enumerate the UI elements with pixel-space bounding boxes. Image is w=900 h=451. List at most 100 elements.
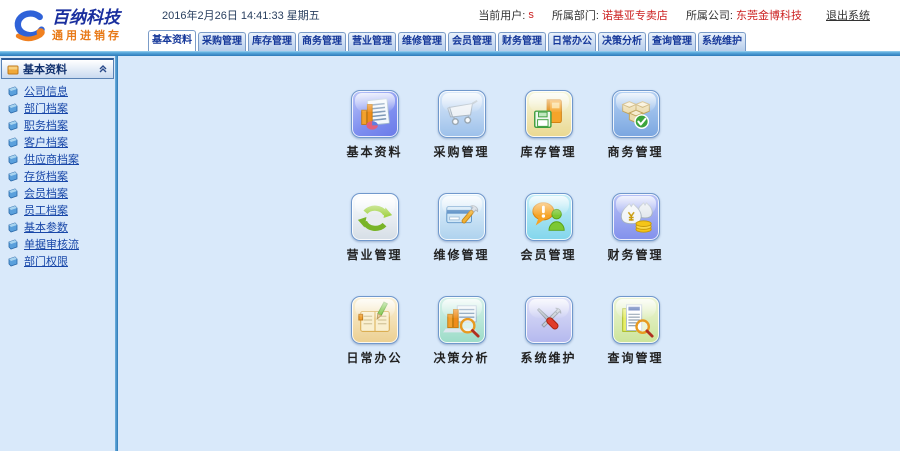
sidebar-item-member-files[interactable]: 会员档案	[0, 184, 115, 201]
sidebar-item-supplier-files[interactable]: 供应商档案	[0, 150, 115, 167]
brand-logo: 百纳科技 通用进销存	[0, 0, 148, 51]
brand-product-name: 通用进销存	[52, 29, 122, 42]
header: 百纳科技 通用进销存 2016年2月26日 14:41:33 星期五 当前用户:…	[0, 0, 900, 51]
sidebar-item-employee-files[interactable]: 员工档案	[0, 201, 115, 218]
sidebar-item-label[interactable]: 职务档案	[24, 117, 68, 133]
document-magnifier-icon	[621, 304, 654, 338]
header-top-bar: 2016年2月26日 14:41:33 星期五 当前用户: s 所属部门: 诺基…	[148, 0, 900, 30]
sidebar-item-doc-audit-flow[interactable]: 单据审核流	[0, 235, 115, 252]
member-button[interactable]	[524, 193, 573, 241]
chart-icon	[360, 98, 390, 130]
sidebar-item-department-permissions[interactable]: 部门权限	[0, 252, 115, 269]
sidebar-item-label[interactable]: 部门档案	[24, 100, 68, 116]
item-bullet-icon	[8, 137, 18, 147]
datetime-text: 2016年2月26日 14:41:33 星期五	[162, 10, 320, 22]
tab-inventory[interactable]: 库存管理	[248, 32, 296, 51]
tab-sales[interactable]: 营业管理	[348, 32, 396, 51]
module-finance[interactable]: 财务管理	[592, 193, 679, 296]
bubble-person-icon	[531, 202, 565, 231]
body-row: 基本资料 公司信息 部门档案 职务档案 客户档案 供应商档案 存货档案 会员档案…	[0, 56, 900, 451]
module-label: 采购管理	[433, 145, 490, 159]
tab-bar: 基本资料 采购管理 库存管理 商务管理 营业管理 维修管理 会员管理 财务管理 …	[148, 30, 900, 51]
tab-system[interactable]: 系统维护	[698, 32, 746, 51]
item-bullet-icon	[8, 154, 18, 164]
collapse-icon[interactable]	[98, 64, 108, 74]
item-bullet-icon	[8, 103, 18, 113]
item-bullet-icon	[8, 256, 18, 266]
sidebar-item-label[interactable]: 员工档案	[24, 202, 68, 218]
office-button[interactable]	[350, 296, 399, 344]
sidebar-item-label[interactable]: 存货档案	[24, 168, 68, 184]
module-repair[interactable]: 维修管理	[418, 193, 505, 296]
item-bullet-icon	[8, 239, 18, 249]
module-analysis[interactable]: 决策分析	[418, 296, 505, 399]
logo-swoosh-icon	[14, 9, 45, 41]
module-maintenance[interactable]: 系统维护	[505, 296, 592, 399]
tab-office[interactable]: 日常办公	[548, 32, 596, 51]
moneybag-coins-icon	[620, 201, 653, 233]
tab-analysis[interactable]: 决策分析	[598, 32, 646, 51]
query-button[interactable]	[611, 296, 660, 344]
sidebar-item-label[interactable]: 会员档案	[24, 185, 68, 201]
module-query[interactable]: 查询管理	[592, 296, 679, 399]
module-label: 商务管理	[607, 145, 664, 159]
module-business[interactable]: 商务管理	[592, 90, 679, 193]
tab-business[interactable]: 商务管理	[298, 32, 346, 51]
chart-magnifier-icon	[442, 305, 480, 338]
basic-data-button[interactable]	[350, 90, 399, 138]
sidebar-item-inventory-files[interactable]: 存货档案	[0, 167, 115, 184]
sidebar-item-label[interactable]: 部门权限	[24, 253, 68, 269]
purchase-button[interactable]	[437, 90, 486, 138]
sidebar-item-label[interactable]: 基本参数	[24, 219, 68, 235]
tools-icon	[536, 307, 561, 330]
module-label: 查询管理	[607, 351, 664, 365]
sidebar-item-label[interactable]: 公司信息	[24, 83, 68, 99]
module-basic-data[interactable]: 基本资料	[331, 90, 418, 193]
finance-button[interactable]	[611, 193, 660, 241]
item-bullet-icon	[8, 120, 18, 130]
maintenance-button[interactable]	[524, 296, 573, 344]
module-member[interactable]: 会员管理	[505, 193, 592, 296]
brand-company-name: 百纳科技	[52, 8, 120, 28]
module-label: 决策分析	[433, 351, 490, 365]
module-office[interactable]: 日常办公	[331, 296, 418, 399]
module-label: 日常办公	[346, 351, 403, 365]
tab-query[interactable]: 查询管理	[648, 32, 696, 51]
sidebar-item-basic-params[interactable]: 基本参数	[0, 218, 115, 235]
tab-repair[interactable]: 维修管理	[398, 32, 446, 51]
sidebar-item-department-files[interactable]: 部门档案	[0, 99, 115, 116]
department-label: 所属部门:	[551, 10, 599, 22]
business-button[interactable]	[611, 90, 660, 138]
item-bullet-icon	[8, 171, 18, 181]
sidebar-item-customer-files[interactable]: 客户档案	[0, 133, 115, 150]
module-label: 维修管理	[433, 248, 490, 262]
module-sales[interactable]: 营业管理	[331, 193, 418, 296]
planner-pencil-icon	[357, 301, 390, 332]
sidebar-item-label[interactable]: 供应商档案	[24, 151, 79, 167]
module-purchase[interactable]: 采购管理	[418, 90, 505, 193]
tab-member[interactable]: 会员管理	[448, 32, 496, 51]
sidebar-item-label[interactable]: 客户档案	[24, 134, 68, 150]
shopping-cart-icon	[446, 99, 478, 126]
analysis-button[interactable]	[437, 296, 486, 344]
sales-button[interactable]	[350, 193, 399, 241]
module-inventory[interactable]: 库存管理	[505, 90, 592, 193]
sidebar-section-title: 基本资料	[23, 64, 67, 76]
sidebar-item-label[interactable]: 单据审核流	[24, 236, 79, 252]
sidebar-item-company-info[interactable]: 公司信息	[0, 82, 115, 99]
current-user-label: 当前用户:	[478, 10, 526, 22]
sidebar-item-position-files[interactable]: 职务档案	[0, 116, 115, 133]
company-label: 所属公司:	[685, 10, 733, 22]
tab-basic-data[interactable]: 基本资料	[148, 30, 196, 51]
item-bullet-icon	[8, 188, 18, 198]
logout-link[interactable]: 退出系统	[826, 7, 870, 23]
sidebar-section-header[interactable]: 基本资料	[1, 58, 114, 79]
repair-button[interactable]	[437, 193, 486, 241]
item-bullet-icon	[8, 205, 18, 215]
module-label: 营业管理	[346, 248, 403, 262]
inventory-button[interactable]	[524, 90, 573, 138]
item-bullet-icon	[8, 86, 18, 96]
tab-purchase[interactable]: 采购管理	[198, 32, 246, 51]
tab-finance[interactable]: 财务管理	[498, 32, 546, 51]
main-area: 基本资料 采购管理 库存管理 商务管理 营业管理 维修管理 会员管理 财务管理 …	[118, 56, 900, 451]
